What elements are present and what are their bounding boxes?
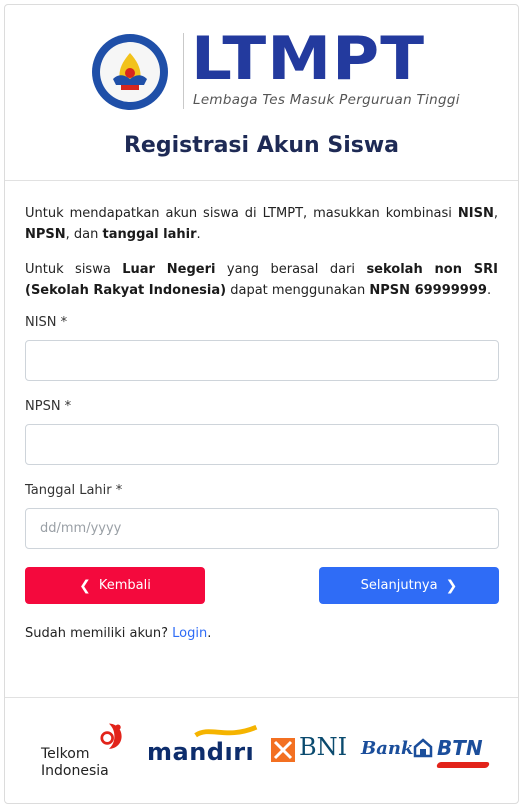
npsn-label: NPSN * — [25, 399, 72, 414]
intro-bold-tanggal: tanggal lahir — [102, 227, 197, 242]
telkom-line2: Indonesia — [41, 763, 109, 779]
bni-emblem-icon — [271, 738, 295, 762]
telkom-logo: Telkom Indonesia — [41, 723, 136, 786]
btn-bank-text: Bank — [361, 738, 414, 759]
sponsor-logos: Telkom Indonesia mandırı BNI Bank BTN — [35, 716, 495, 779]
intro-text: , dan — [65, 227, 103, 242]
chevron-left-icon: ❮ — [79, 577, 91, 594]
tut-wuri-handayani-emblem-icon — [92, 34, 168, 110]
login-prompt-text: Sudah memiliki akun? — [25, 626, 173, 641]
card-header: LTMPT Lembaga Tes Masuk Perguruan Tinggi… — [5, 5, 518, 181]
page-title: Registrasi Akun Siswa — [123, 133, 400, 158]
intro-text: . — [196, 227, 201, 242]
intro-bold-npsn-code: NPSN 69999999 — [369, 283, 487, 298]
intro-text: Untuk mendapatkan akun siswa di LTMPT, m… — [25, 206, 458, 221]
chevron-right-icon: ❯ — [445, 577, 458, 594]
bni-wordmark: BNI — [299, 733, 348, 761]
nisn-label: NISN * — [25, 315, 68, 330]
intro-bold-npsn: NPSN — [25, 227, 66, 242]
back-button[interactable]: ❮ Kembali — [25, 567, 205, 604]
button-row: ❮ Kembali Selanjutnya ❯ — [25, 567, 499, 604]
bni-logo: BNI — [271, 733, 366, 778]
intro-bold-luar-negeri: Luar Negeri — [122, 262, 216, 277]
intro-text: dapat menggunakan — [226, 283, 370, 298]
brand-subtitle: Lembaga Tes Masuk Perguruan Tinggi — [193, 92, 460, 108]
next-button[interactable]: Selanjutnya ❯ — [319, 567, 499, 604]
form-body: Untuk mendapatkan akun siswa di LTMPT, m… — [5, 181, 518, 641]
telkom-line1: Telkom — [41, 746, 90, 762]
npsn-input[interactable] — [25, 424, 499, 465]
mandiri-logo: mandırı — [147, 724, 267, 784]
sponsor-footer: Telkom Indonesia mandırı BNI Bank BTN — [5, 697, 518, 798]
dob-label: Tanggal Lahir * — [25, 483, 123, 498]
brand-name: LTMPT — [191, 24, 426, 94]
ltmpt-logo: LTMPT Lembaga Tes Masuk Perguruan Tinggi — [91, 24, 459, 115]
login-suffix: . — [207, 626, 212, 641]
back-button-label: Kembali — [98, 578, 151, 593]
dob-input[interactable]: dd/mm/yyyy — [25, 508, 499, 549]
mandiri-wordmark: mandırı — [147, 738, 255, 766]
logo-divider — [183, 33, 184, 109]
btn-house-icon — [413, 738, 433, 758]
intro-paragraph-2: Untuk siswa Luar Negeri yang berasal dar… — [25, 259, 498, 301]
btn-wordmark: BTN — [437, 736, 483, 760]
login-link[interactable]: Login — [172, 626, 207, 641]
intro-text: yang berasal dari — [215, 262, 367, 277]
intro-bold-nisn: NISN — [457, 206, 494, 221]
btn-logo: Bank BTN — [361, 736, 491, 778]
intro-text: Untuk siswa — [25, 262, 123, 277]
nisn-input[interactable] — [25, 340, 499, 381]
login-prompt: Sudah memiliki akun? Login. — [25, 626, 498, 641]
telkom-swirl-icon — [100, 723, 122, 749]
registration-card: LTMPT Lembaga Tes Masuk Perguruan Tinggi… — [4, 4, 519, 804]
next-button-label: Selanjutnya — [360, 578, 438, 593]
btn-red-swoosh — [435, 762, 491, 768]
intro-paragraph-1: Untuk mendapatkan akun siswa di LTMPT, m… — [25, 203, 498, 245]
intro-text: . — [486, 283, 492, 298]
intro-text: , — [493, 206, 498, 221]
